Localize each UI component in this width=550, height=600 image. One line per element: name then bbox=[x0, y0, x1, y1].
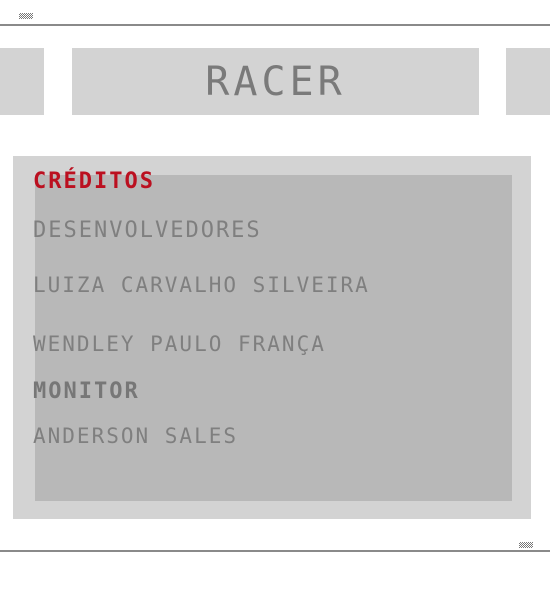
checkered-flag-icon bbox=[19, 13, 33, 19]
top-divider bbox=[0, 24, 550, 26]
header-tile-right bbox=[506, 48, 550, 115]
checkered-flag-icon bbox=[519, 542, 533, 548]
developer-name: LUIZA CARVALHO SILVEIRA bbox=[33, 273, 370, 297]
monitor-name: ANDERSON SALES bbox=[33, 424, 239, 448]
credits-heading: CRÉDITOS bbox=[33, 169, 155, 194]
monitor-label: MONITOR bbox=[33, 379, 140, 404]
developer-name: WENDLEY PAULO FRANÇA bbox=[33, 332, 326, 356]
title-banner: RACER bbox=[72, 48, 479, 115]
game-title: RACER bbox=[205, 58, 346, 105]
developers-label: DESENVOLVEDORES bbox=[33, 218, 262, 243]
bottom-divider bbox=[0, 550, 550, 552]
header-tile-left bbox=[0, 48, 44, 115]
